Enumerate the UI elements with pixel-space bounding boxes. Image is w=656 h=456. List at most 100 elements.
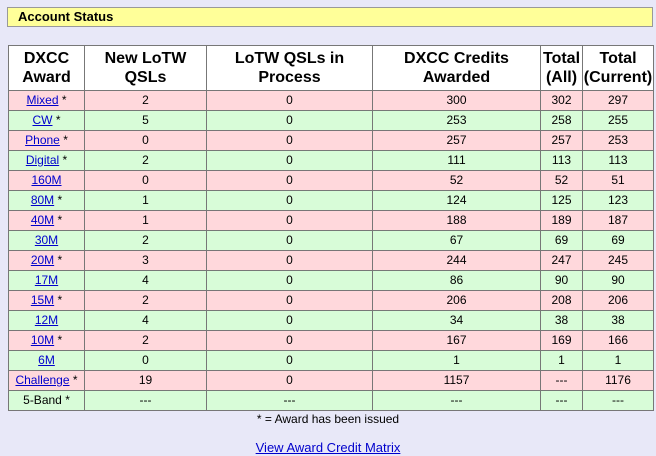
- new-lotw-cell: 2: [84, 330, 207, 351]
- award-link[interactable]: CW: [32, 113, 52, 127]
- award-link[interactable]: 80M: [31, 193, 54, 207]
- total-current-cell: 90: [582, 270, 654, 291]
- in-process-cell: 0: [206, 370, 373, 391]
- credits-cell: 67: [372, 230, 541, 251]
- new-lotw-cell: 2: [84, 290, 207, 311]
- award-cell: Challenge *: [8, 370, 85, 391]
- table-row: CW * 5 0 253 258 255: [8, 110, 654, 131]
- total-all-cell: 247: [540, 250, 583, 271]
- new-lotw-cell: 0: [84, 170, 207, 191]
- total-all-cell: 189: [540, 210, 583, 231]
- credits-cell: 206: [372, 290, 541, 311]
- in-process-cell: 0: [206, 210, 373, 231]
- total-all-cell: 113: [540, 150, 583, 171]
- total-all-cell: 52: [540, 170, 583, 191]
- total-current-cell: 297: [582, 90, 654, 111]
- award-link[interactable]: Digital: [26, 153, 59, 167]
- issued-star: *: [57, 193, 63, 207]
- new-lotw-cell: 4: [84, 310, 207, 331]
- total-current-cell: 206: [582, 290, 654, 311]
- credits-cell: ---: [372, 390, 541, 411]
- total-all-cell: 302: [540, 90, 583, 111]
- table-row: 5-Band * --- --- --- --- ---: [8, 390, 654, 411]
- total-current-cell: 253: [582, 130, 654, 151]
- table-row: 20M * 3 0 244 247 245: [8, 250, 654, 271]
- award-link[interactable]: Mixed: [26, 93, 58, 107]
- new-lotw-cell: 5: [84, 110, 207, 131]
- total-all-cell: ---: [540, 390, 583, 411]
- in-process-cell: 0: [206, 90, 373, 111]
- credits-cell: 34: [372, 310, 541, 331]
- col-header-award: DXCC Award: [8, 45, 85, 91]
- award-link[interactable]: 15M: [31, 293, 54, 307]
- total-current-cell: ---: [582, 390, 654, 411]
- new-lotw-cell: 1: [84, 210, 207, 231]
- credits-cell: 188: [372, 210, 541, 231]
- new-lotw-cell: 2: [84, 150, 207, 171]
- total-current-cell: 166: [582, 330, 654, 351]
- award-link[interactable]: 17M: [35, 273, 58, 287]
- award-link[interactable]: 160M: [31, 173, 61, 187]
- new-lotw-cell: 0: [84, 350, 207, 371]
- issued-star: *: [57, 293, 63, 307]
- total-all-cell: 208: [540, 290, 583, 311]
- table-row: Digital * 2 0 111 113 113: [8, 150, 654, 171]
- table-row: 80M * 1 0 124 125 123: [8, 190, 654, 211]
- award-cell: Mixed *: [8, 90, 85, 111]
- dxcc-award-table: DXCC Award New LoTW QSLs LoTW QSLs in Pr…: [8, 45, 654, 411]
- award-cell: 40M *: [8, 210, 85, 231]
- award-cell: 12M: [8, 310, 85, 331]
- total-current-cell: 187: [582, 210, 654, 231]
- award-link[interactable]: 30M: [35, 233, 58, 247]
- total-current-cell: 255: [582, 110, 654, 131]
- award-cell: 6M: [8, 350, 85, 371]
- award-cell: 20M *: [8, 250, 85, 271]
- credits-cell: 111: [372, 150, 541, 171]
- table-row: 40M * 1 0 188 189 187: [8, 210, 654, 231]
- total-current-cell: 51: [582, 170, 654, 191]
- table-row: 12M 4 0 34 38 38: [8, 310, 654, 331]
- in-process-cell: 0: [206, 290, 373, 311]
- total-all-cell: 1: [540, 350, 583, 371]
- total-all-cell: 38: [540, 310, 583, 331]
- in-process-cell: ---: [206, 390, 373, 411]
- award-label: 5-Band: [23, 393, 62, 407]
- view-award-credit-matrix-link[interactable]: View Award Credit Matrix: [256, 440, 401, 455]
- new-lotw-cell: 2: [84, 230, 207, 251]
- award-link[interactable]: 6M: [38, 353, 55, 367]
- table-row: 17M 4 0 86 90 90: [8, 270, 654, 291]
- new-lotw-cell: ---: [84, 390, 207, 411]
- credits-cell: 1157: [372, 370, 541, 391]
- issued-star: *: [57, 253, 63, 267]
- new-lotw-cell: 19: [84, 370, 207, 391]
- total-current-cell: 69: [582, 230, 654, 251]
- issued-star: *: [57, 213, 63, 227]
- award-link[interactable]: Challenge: [15, 373, 69, 387]
- award-link[interactable]: 12M: [35, 313, 58, 327]
- in-process-cell: 0: [206, 230, 373, 251]
- in-process-cell: 0: [206, 350, 373, 371]
- table-header-row: DXCC Award New LoTW QSLs LoTW QSLs in Pr…: [8, 45, 654, 91]
- new-lotw-cell: 3: [84, 250, 207, 271]
- issued-star: *: [55, 113, 61, 127]
- award-link[interactable]: 40M: [31, 213, 54, 227]
- issued-star: *: [62, 153, 68, 167]
- award-link[interactable]: 10M: [31, 333, 54, 347]
- col-header-lotw-in-process: LoTW QSLs in Process: [206, 45, 373, 91]
- in-process-cell: 0: [206, 150, 373, 171]
- in-process-cell: 0: [206, 130, 373, 151]
- total-current-cell: 123: [582, 190, 654, 211]
- table-row: 30M 2 0 67 69 69: [8, 230, 654, 251]
- credits-cell: 244: [372, 250, 541, 271]
- in-process-cell: 0: [206, 170, 373, 191]
- in-process-cell: 0: [206, 110, 373, 131]
- award-cell: 30M: [8, 230, 85, 251]
- total-current-cell: 1: [582, 350, 654, 371]
- award-link[interactable]: Phone: [25, 133, 60, 147]
- credits-cell: 167: [372, 330, 541, 351]
- issued-star: *: [63, 133, 68, 147]
- issued-star: *: [65, 393, 70, 407]
- award-link[interactable]: 20M: [31, 253, 54, 267]
- total-all-cell: 90: [540, 270, 583, 291]
- total-current-cell: 38: [582, 310, 654, 331]
